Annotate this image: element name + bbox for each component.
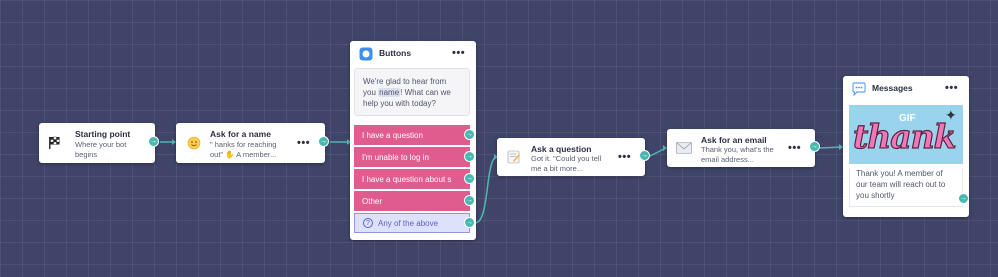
question-circle-icon: ? [363, 218, 373, 228]
button-option-label: I have a question [362, 130, 423, 140]
output-port[interactable]: → [464, 217, 475, 228]
node-menu-button[interactable]: ••• [452, 48, 465, 59]
output-port[interactable]: → [148, 136, 159, 147]
speech-bubble-icon [849, 79, 869, 99]
button-option[interactable]: I have a question [354, 125, 470, 145]
starting-point-node[interactable]: Starting point Where your bot begins → [39, 123, 159, 163]
node-title: Ask for an email [701, 135, 767, 145]
connector-fallback-to-question [474, 156, 498, 224]
node-title: Messages [872, 83, 913, 93]
output-port[interactable]: → [318, 136, 329, 147]
ask-name-node[interactable]: Ask for a name " hanks for reaching out"… [176, 123, 329, 163]
node-title: Starting point [75, 129, 131, 139]
output-port[interactable]: → [464, 151, 475, 162]
node-menu-button[interactable]: ••• [945, 83, 958, 94]
message-text: Thank you! A member of our team will rea… [849, 168, 963, 207]
smiling-face-icon [184, 133, 204, 153]
ask-question-node[interactable]: Ask a question Got it. "Could you tell m… [497, 138, 650, 176]
button-option[interactable]: I'm unable to log in [354, 147, 470, 167]
variable-chip: name [378, 88, 401, 97]
node-subtitle: " hanks for reaching out" ✋ A member... [210, 140, 277, 159]
node-menu-button[interactable]: ••• [618, 152, 631, 163]
message-bubble: We're glad to hear from you name! What c… [354, 68, 470, 116]
chat-bubble-icon [356, 44, 376, 64]
node-subtitle: Where your bot begins [75, 140, 127, 159]
gif-image: GIF ✦ thank [849, 105, 963, 164]
buttons-node[interactable]: Buttons ••• We're glad to hear from you … [350, 41, 476, 240]
button-option-label: I'm unable to log in [362, 152, 429, 162]
ask-email-node[interactable]: Ask for an email Thank you, what's the e… [667, 129, 820, 167]
checkered-flag-icon [45, 133, 65, 153]
output-port[interactable]: → [464, 173, 475, 184]
messages-node[interactable]: Messages ••• GIF ✦ thank Thank you! A me… [843, 76, 969, 217]
node-subtitle: Got it. "Could you tell me a bit more... [531, 154, 602, 173]
connector-email-to-messages [819, 146, 843, 149]
output-port[interactable]: → [464, 195, 475, 206]
button-option-label: I have a question about s [362, 174, 452, 184]
output-port[interactable]: → [809, 141, 820, 152]
node-subtitle: Thank you, what's the email address... [701, 145, 774, 164]
button-option-label: Other [362, 196, 383, 206]
node-title: Ask for a name [210, 129, 271, 139]
output-port[interactable]: → [464, 129, 475, 140]
output-port[interactable]: → [958, 193, 969, 204]
memo-icon [504, 147, 524, 167]
fallback-option-label: Any of the above [378, 218, 439, 228]
fallback-option[interactable]: ? Any of the above [354, 213, 470, 233]
node-menu-button[interactable]: ••• [788, 143, 801, 154]
gif-thank-text: thank [852, 116, 957, 156]
envelope-icon [674, 138, 694, 158]
node-title: Buttons [379, 48, 412, 58]
node-title: Ask a question [531, 144, 592, 154]
button-option[interactable]: I have a question about s [354, 169, 470, 189]
node-menu-button[interactable]: ••• [297, 138, 310, 149]
output-port[interactable]: → [639, 150, 650, 161]
button-option[interactable]: Other [354, 191, 470, 211]
